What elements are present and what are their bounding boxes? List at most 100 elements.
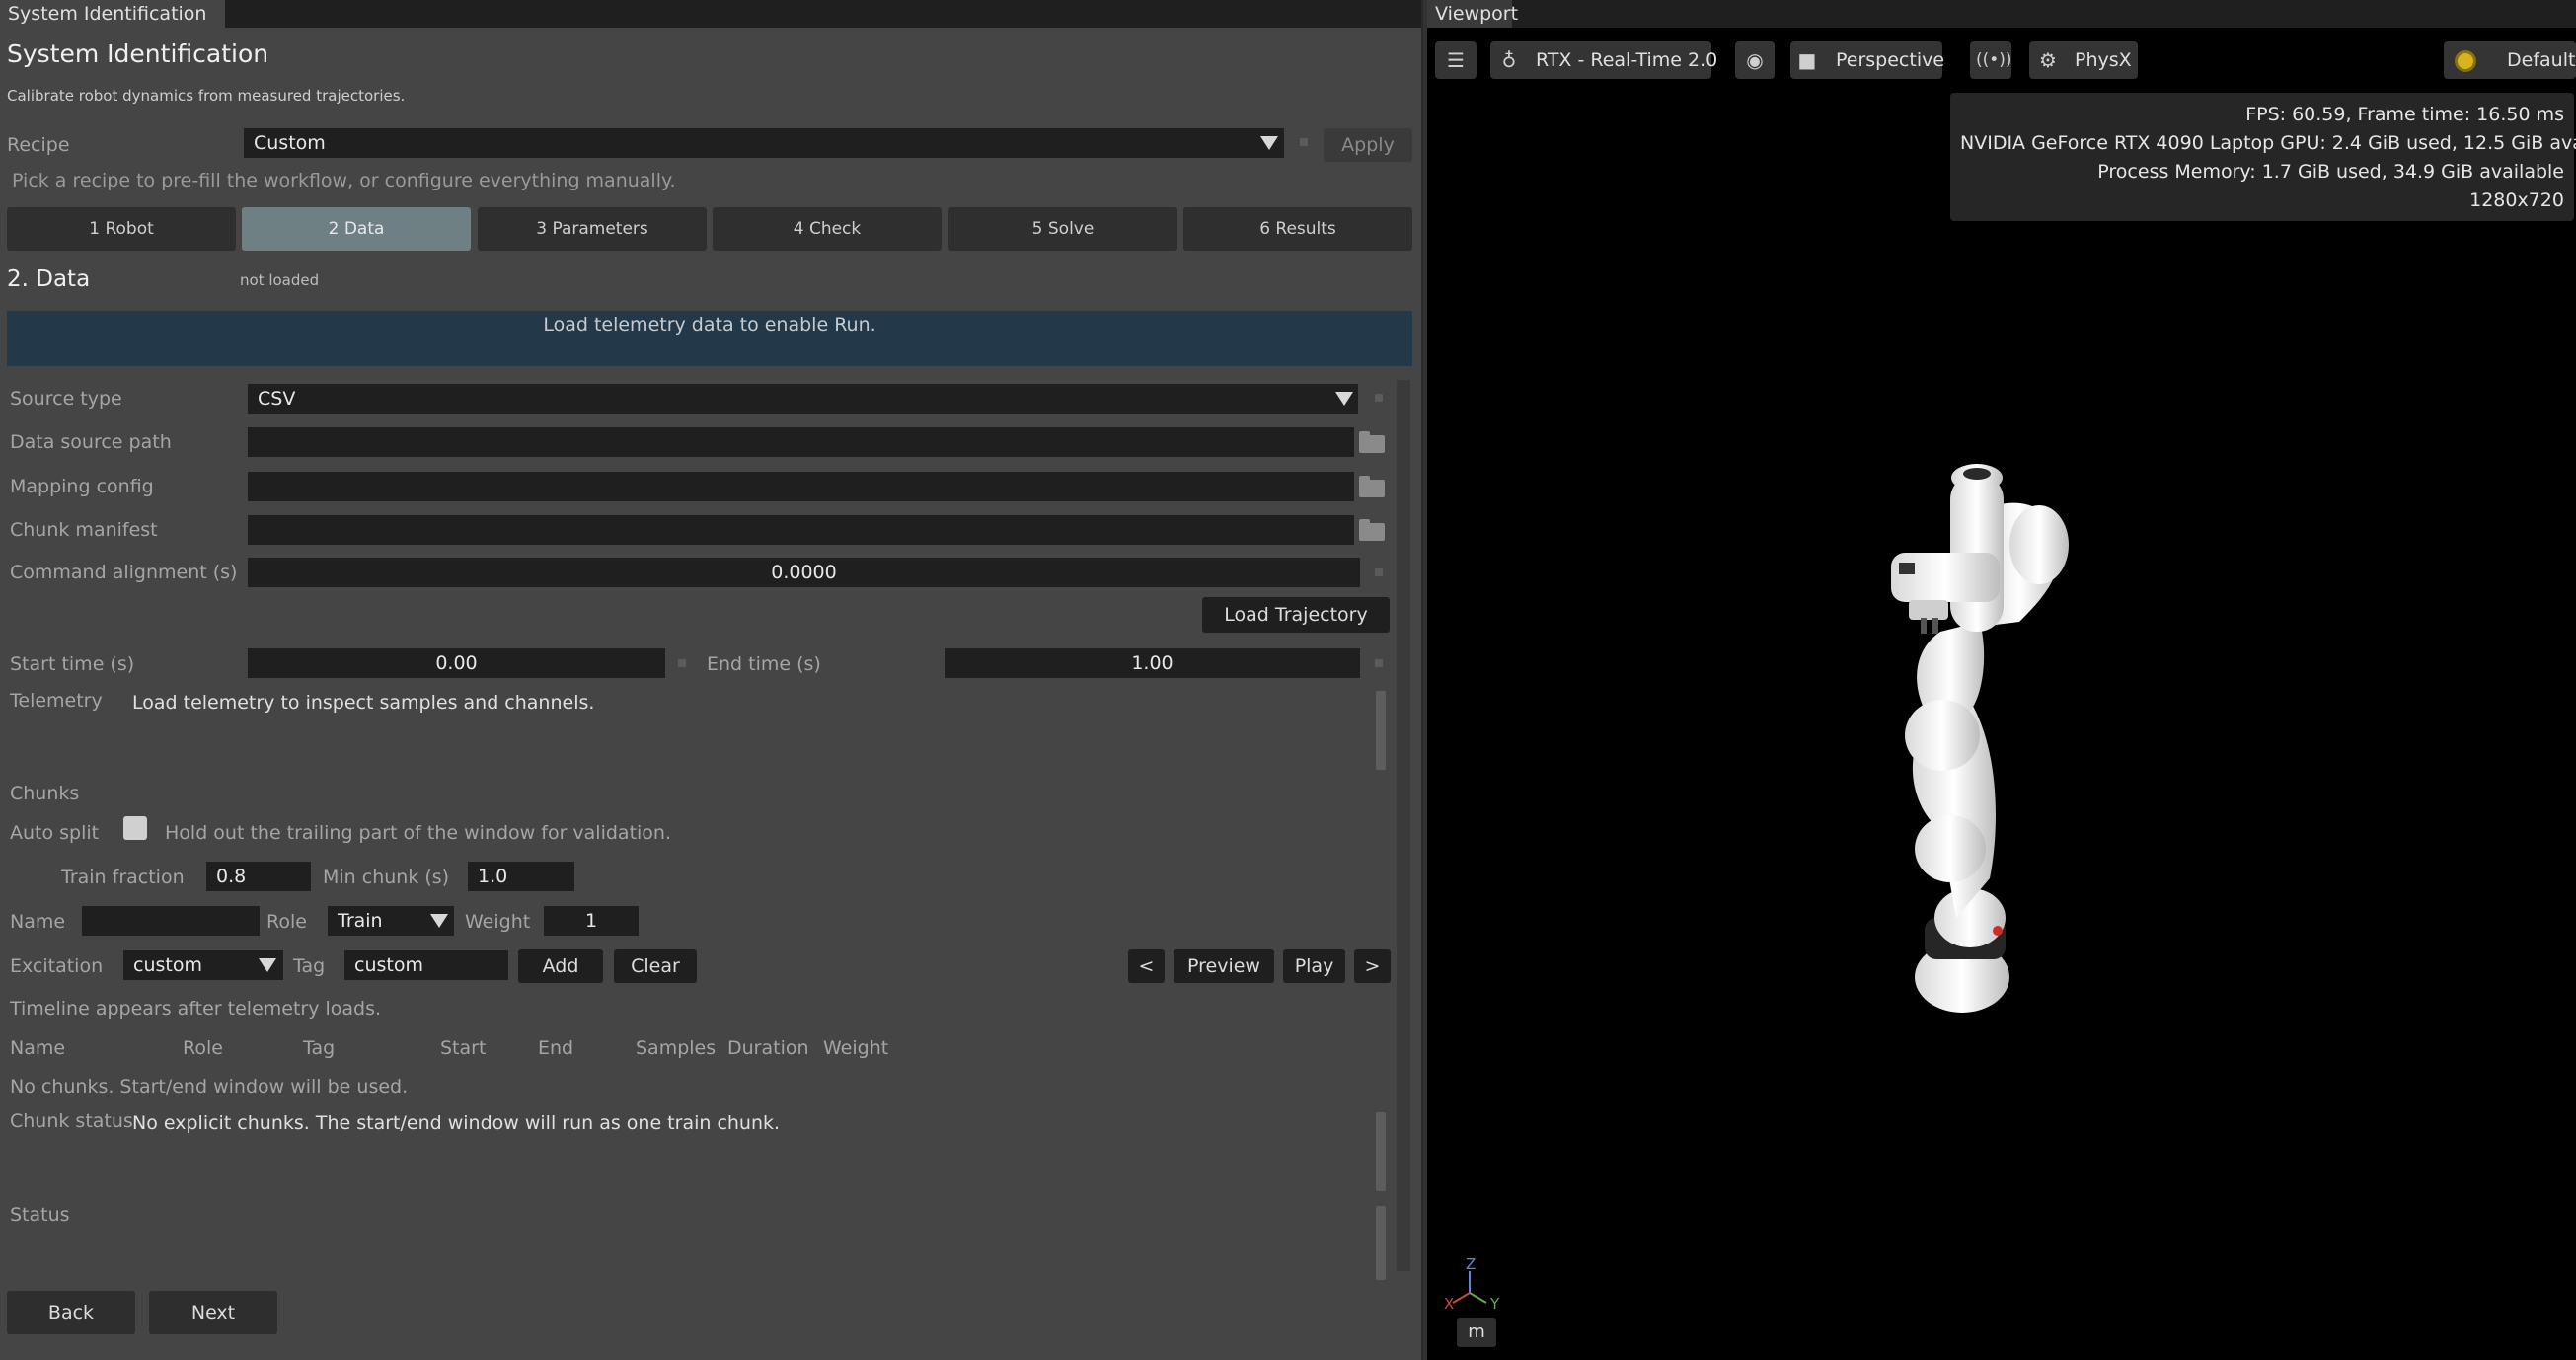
axis-z-label: Z [1466, 1255, 1477, 1273]
window-tab-bar: System Identification [0, 0, 1421, 28]
recipe-value: Custom [254, 132, 326, 154]
column-end: End [538, 1037, 574, 1059]
bulb-icon: ♁ [1501, 48, 1517, 72]
train-fraction-input[interactable]: 0.8 [206, 862, 311, 891]
source-type-dropdown[interactable]: CSV [248, 384, 1358, 414]
next-button[interactable]: Next [149, 1291, 277, 1334]
unit-button[interactable]: m [1457, 1318, 1496, 1347]
column-duration: Duration [727, 1037, 809, 1059]
robot-arm-model[interactable] [1871, 454, 2108, 1017]
start-time-label: Start time (s) [10, 653, 135, 675]
memory-stat: Process Memory: 1.7 GiB used, 34.9 GiB a… [2097, 161, 2564, 183]
status-scrollbar[interactable] [1376, 1206, 1386, 1280]
step-robot[interactable]: 1 Robot [7, 207, 236, 251]
start-time-input[interactable]: 0.00 [248, 648, 665, 678]
column-samples: Samples [636, 1037, 717, 1059]
folder-icon[interactable] [1359, 476, 1385, 497]
command-alignment-label: Command alignment (s) [10, 562, 238, 583]
resolution-stat: 1280x720 [2469, 189, 2564, 211]
telemetry-scrollbar[interactable] [1376, 691, 1386, 770]
folder-icon[interactable] [1359, 519, 1385, 541]
status-label: Status [10, 1204, 70, 1226]
chunks-heading: Chunks [10, 783, 80, 804]
reset-dot-icon [1300, 138, 1308, 146]
step-solve[interactable]: 5 Solve [948, 207, 1177, 251]
camera-icon: ■ [1797, 48, 1817, 72]
axis-y-label: Y [1490, 1295, 1500, 1313]
banner-text: Load telemetry data to enable Run. [543, 314, 876, 336]
camera-button[interactable]: ■ Perspective [1790, 41, 1944, 79]
window-tab-viewport[interactable]: Viewport [1427, 0, 1518, 28]
excitation-value: custom [133, 954, 202, 976]
step-parameters[interactable]: 3 Parameters [478, 207, 707, 251]
train-fraction-label: Train fraction [61, 867, 185, 888]
weight-label: Weight [465, 911, 531, 933]
gear-icon: ⚙ [2039, 48, 2057, 72]
eye-icon: ◉ [1746, 48, 1764, 72]
window-tab-system-identification[interactable]: System Identification [0, 0, 225, 28]
reset-dot-icon [678, 659, 686, 667]
mapping-config-input[interactable] [248, 472, 1354, 501]
play-button[interactable]: Play [1283, 949, 1345, 983]
data-source-path-input[interactable] [248, 427, 1354, 457]
chevron-down-icon [430, 914, 448, 928]
recipe-label: Recipe [7, 134, 70, 156]
column-weight: Weight [823, 1037, 889, 1059]
chunk-manifest-input[interactable] [248, 515, 1354, 545]
physics-button[interactable]: ⚙ PhysX [2029, 41, 2138, 79]
apply-button[interactable]: Apply [1324, 128, 1412, 162]
lighting-button[interactable]: Default [2444, 41, 2576, 79]
mapping-config-label: Mapping config [10, 476, 154, 497]
column-name: Name [10, 1037, 66, 1059]
reset-dot-icon [1375, 394, 1383, 402]
step-check[interactable]: 4 Check [713, 207, 942, 251]
previous-chunk-button[interactable]: < [1128, 949, 1165, 983]
min-chunk-label: Min chunk (s) [323, 867, 450, 888]
back-button[interactable]: Back [7, 1291, 135, 1334]
recipe-hint: Pick a recipe to pre-fill the workflow, … [12, 170, 676, 191]
chunk-name-input[interactable] [82, 906, 260, 936]
chunk-manifest-label: Chunk manifest [10, 519, 158, 541]
source-type-label: Source type [10, 388, 122, 410]
next-chunk-button[interactable]: > [1354, 949, 1391, 983]
axis-x-label: X [1444, 1295, 1455, 1313]
settings-button[interactable]: ☰ [1435, 41, 1477, 79]
physics-label: PhysX [2075, 49, 2132, 71]
load-trajectory-button[interactable]: Load Trajectory [1202, 597, 1390, 633]
data-source-path-label: Data source path [10, 431, 172, 453]
command-alignment-input[interactable]: 0.0000 [248, 558, 1360, 587]
renderer-button[interactable]: ♁ RTX - Real-Time 2.0 [1490, 41, 1717, 79]
audio-button[interactable]: ((•)) [1970, 41, 2012, 79]
preview-button[interactable]: Preview [1174, 949, 1274, 983]
panel-scroll-track[interactable] [1397, 380, 1410, 1271]
fps-stat: FPS: 60.59, Frame time: 16.50 ms [2245, 104, 2564, 125]
panel-title: System Identification [7, 39, 269, 68]
chevron-down-icon [1335, 392, 1353, 406]
clear-chunks-button[interactable]: Clear [614, 949, 697, 983]
auto-split-description: Hold out the trailing part of the window… [165, 822, 671, 844]
chunk-table-header: Name Role Tag Start End Samples Duration… [10, 1037, 898, 1061]
viewport-tab-bar: Viewport [1427, 0, 2576, 28]
step-results[interactable]: 6 Results [1183, 207, 1412, 251]
column-start: Start [440, 1037, 487, 1059]
auto-split-checkbox[interactable] [123, 816, 147, 840]
section-heading: 2. Data [7, 266, 91, 292]
gpu-stat: NVIDIA GeForce RTX 4090 Laptop GPU: 2.4 … [1960, 132, 2576, 154]
visibility-button[interactable]: ◉ [1735, 41, 1775, 79]
recipe-dropdown[interactable]: Custom [244, 128, 1284, 158]
timeline-hint: Timeline appears after telemetry loads. [10, 998, 382, 1020]
name-label: Name [10, 911, 66, 933]
add-chunk-button[interactable]: Add [518, 949, 603, 983]
chunk-status-scrollbar[interactable] [1376, 1112, 1386, 1191]
renderer-label: RTX - Real-Time 2.0 [1536, 49, 1718, 71]
auto-split-label: Auto split [10, 822, 100, 844]
tag-input[interactable]: custom [344, 950, 508, 980]
folder-icon[interactable] [1359, 431, 1385, 453]
broadcast-icon: ((•)) [1976, 50, 2012, 70]
end-time-input[interactable]: 1.00 [945, 648, 1360, 678]
chunk-status-label: Chunk status [10, 1110, 133, 1132]
step-data[interactable]: 2 Data [242, 207, 471, 251]
min-chunk-input[interactable]: 1.0 [468, 862, 574, 891]
telemetry-label: Telemetry [10, 690, 103, 712]
weight-input[interactable]: 1 [544, 906, 639, 936]
